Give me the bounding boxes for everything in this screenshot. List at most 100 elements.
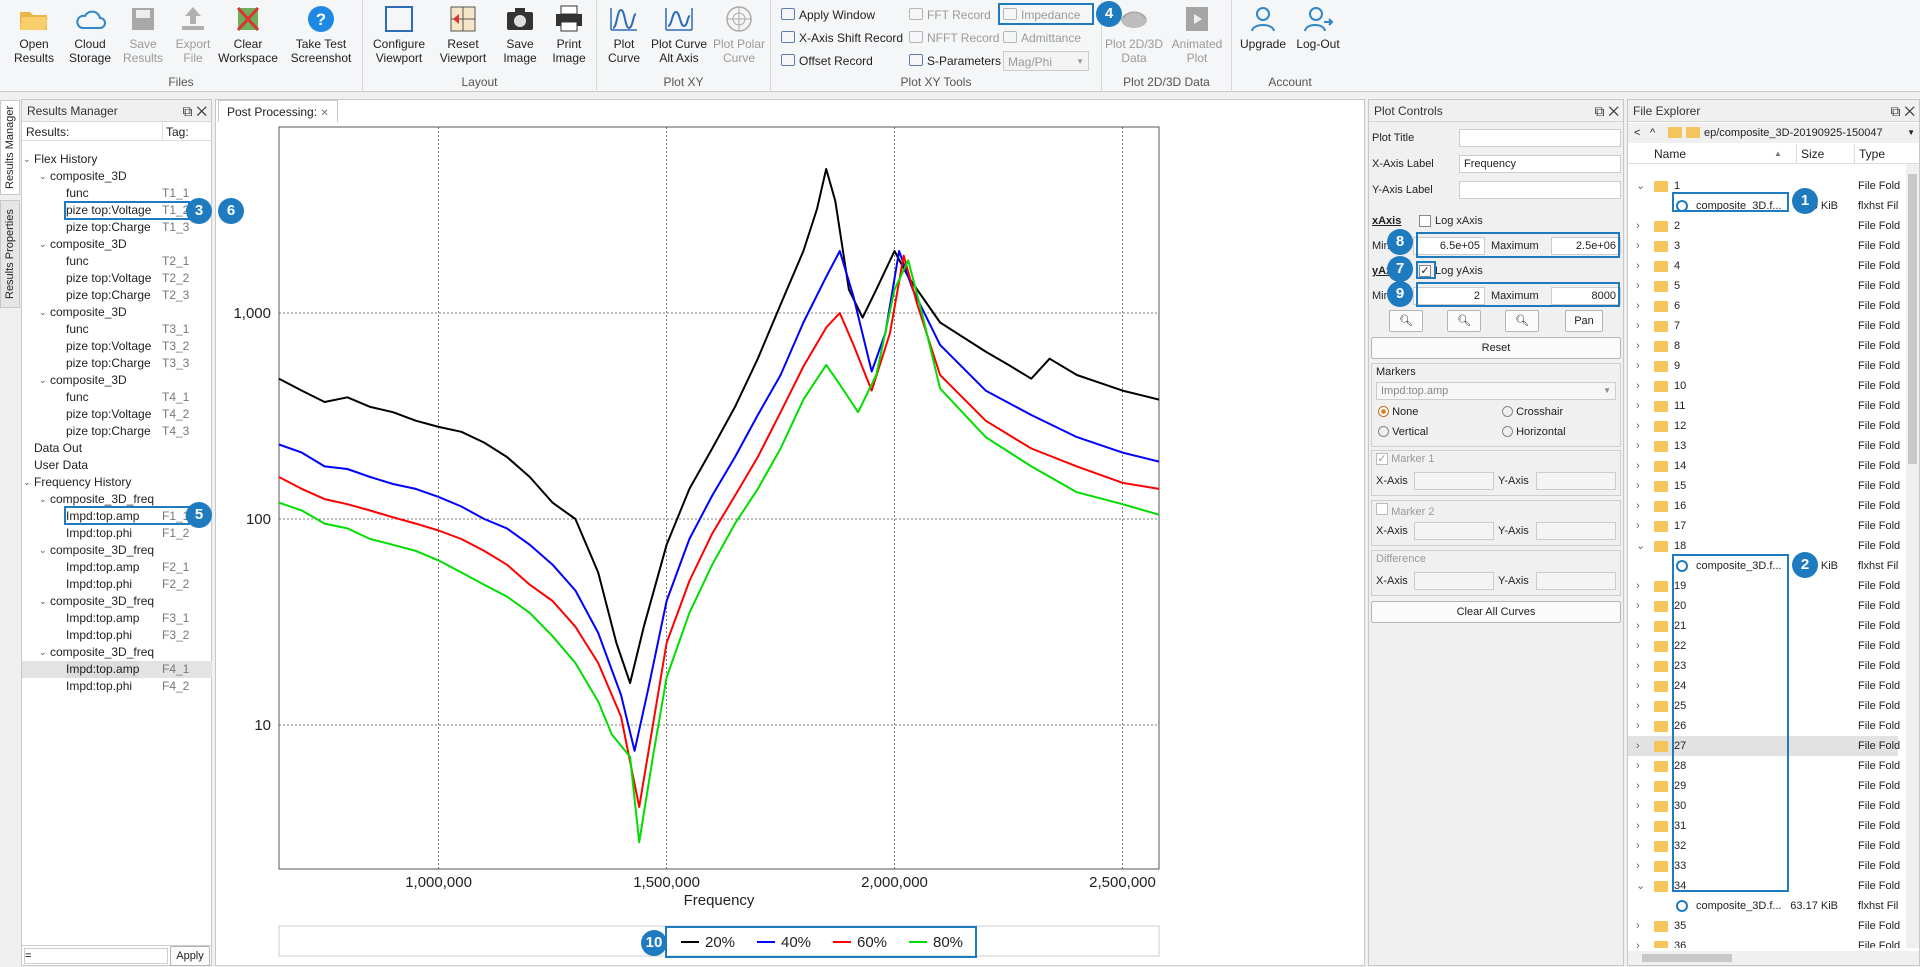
col-type[interactable]: Type	[1854, 144, 1885, 164]
restore-icon[interactable]: ⧉	[182, 103, 192, 119]
admittance-button[interactable]: Admittance	[1003, 28, 1081, 48]
tree-item-f3_2[interactable]: Impd:top.phi F3_2	[22, 627, 212, 644]
x-axis-label-input[interactable]: Frequency	[1459, 155, 1621, 173]
folder-row[interactable]: › 9 File Fold	[1628, 356, 1900, 376]
restore-icon[interactable]: ⧉	[1890, 103, 1900, 119]
chevron-right-icon[interactable]: ›	[1636, 736, 1640, 756]
chevron-down-icon[interactable]: ⌄	[1636, 876, 1645, 896]
chevron-right-icon[interactable]: ›	[1636, 916, 1640, 936]
restore-icon[interactable]: ⧉	[1594, 103, 1604, 119]
apply-window-button[interactable]: Apply Window	[781, 5, 875, 25]
chevron-down-icon[interactable]: ⌄	[1636, 176, 1645, 196]
folder-icon[interactable]	[1668, 127, 1682, 138]
marker-curve-select[interactable]: Impd:top.amp ▼	[1376, 382, 1616, 400]
chevron-down-icon[interactable]: ⌄	[39, 304, 47, 321]
pan-button[interactable]: Pan	[1565, 310, 1603, 332]
tree-item-f3_1[interactable]: Impd:top.amp F3_1	[22, 610, 212, 627]
tree-group[interactable]: ⌄ composite_3D	[22, 236, 212, 253]
chevron-right-icon[interactable]: ›	[1636, 236, 1640, 256]
chevron-right-icon[interactable]: ›	[1636, 276, 1640, 296]
chevron-down-icon[interactable]: ⌄	[39, 491, 47, 508]
folder-row[interactable]: › 35 File Fold	[1628, 916, 1900, 936]
chevron-right-icon[interactable]: ›	[1636, 416, 1640, 436]
folder-row[interactable]: › 6 File Fold	[1628, 296, 1900, 316]
zoom-in-button[interactable]: 🔍︎	[1389, 310, 1423, 332]
folder-row[interactable]: › 7 File Fold	[1628, 316, 1900, 336]
chevron-right-icon[interactable]: ›	[1636, 716, 1640, 736]
log-x-axis-checkbox[interactable]	[1419, 215, 1431, 227]
fft-record-button[interactable]: FFT Record	[909, 5, 991, 25]
chevron-right-icon[interactable]: ›	[1636, 856, 1640, 876]
chevron-right-icon[interactable]: ›	[1636, 676, 1640, 696]
chevron-right-icon[interactable]: ›	[1636, 696, 1640, 716]
folder-row[interactable]: › 16 File Fold	[1628, 496, 1900, 516]
print-image-button[interactable]: Print Image	[545, 4, 593, 74]
offset-record-button[interactable]: Offset Record	[781, 51, 873, 71]
close-icon[interactable]: ✕	[1608, 103, 1619, 119]
radio-horizontal[interactable]: Horizontal	[1502, 426, 1566, 438]
chevron-right-icon[interactable]: ›	[1636, 296, 1640, 316]
chevron-down-icon[interactable]: ⌄	[39, 236, 47, 253]
folder-row[interactable]: › 12 File Fold	[1628, 416, 1900, 436]
chevron-down-icon[interactable]: ⌄	[23, 151, 31, 168]
tree-group[interactable]: ⌄ composite_3D_freq	[22, 644, 212, 661]
tree-group[interactable]: ⌄ Frequency History	[22, 474, 212, 491]
folder-row[interactable]: › 36 File Fold	[1628, 936, 1900, 948]
animated-plot-button[interactable]: Animated Plot	[1166, 4, 1228, 74]
marker2-y-input[interactable]	[1536, 522, 1616, 540]
tree-group[interactable]: User Data	[22, 457, 212, 474]
chevron-right-icon[interactable]: ›	[1636, 436, 1640, 456]
filter-input[interactable]	[24, 948, 168, 964]
upgrade-button[interactable]: Upgrade	[1238, 4, 1288, 74]
folder-row[interactable]: › 10 File Fold	[1628, 376, 1900, 396]
marker1-y-input[interactable]	[1536, 472, 1616, 490]
reset-viewport-button[interactable]: Reset Viewport	[433, 4, 493, 74]
radio-none[interactable]: None	[1378, 406, 1418, 418]
file-row[interactable]: composite_3D.f... 63.17 KiB flxhst Fil	[1628, 896, 1898, 916]
vertical-scrollbar[interactable]	[1906, 164, 1919, 948]
tree-group[interactable]: Data Out	[22, 440, 212, 457]
plot-polar-curve-button[interactable]: Plot Polar Curve	[711, 4, 767, 74]
chevron-right-icon[interactable]: ›	[1636, 756, 1640, 776]
radio-crosshair[interactable]: Crosshair	[1502, 406, 1563, 418]
folder-row[interactable]: › 8 File Fold	[1628, 336, 1900, 356]
chevron-down-icon[interactable]: ⌄	[39, 593, 47, 610]
tree-group[interactable]: ⌄ Flex History	[22, 151, 212, 168]
tree-item-f2_1[interactable]: Impd:top.amp F2_1	[22, 559, 212, 576]
clear-workspace-button[interactable]: Clear Workspace	[218, 4, 278, 74]
tree-item-t3_3[interactable]: pize top:Charge T3_3	[22, 355, 212, 372]
h-scroll-thumb[interactable]	[1642, 954, 1732, 962]
col-size[interactable]: Size	[1796, 144, 1824, 164]
marker1-toggle[interactable]: ✓ Marker 1	[1376, 453, 1434, 465]
tab-results-manager[interactable]: Results Manager	[0, 100, 20, 195]
tab-results-properties[interactable]: Results Properties	[0, 200, 20, 308]
chevron-right-icon[interactable]: ›	[1636, 476, 1640, 496]
cloud-storage-button[interactable]: Cloud Storage	[64, 4, 116, 74]
tree-group[interactable]: ⌄ composite_3D	[22, 304, 212, 321]
tree-item-t3_1[interactable]: func T3_1	[22, 321, 212, 338]
tree-item-t4_1[interactable]: func T4_1	[22, 389, 212, 406]
chevron-right-icon[interactable]: ›	[1636, 396, 1640, 416]
chevron-right-icon[interactable]: ›	[1636, 516, 1640, 536]
clear-all-curves-button[interactable]: Clear All Curves	[1371, 601, 1621, 623]
logout-button[interactable]: Log-Out	[1292, 4, 1344, 74]
configure-viewport-button[interactable]: Configure Viewport	[367, 4, 431, 74]
apply-filter-button[interactable]: Apply	[170, 946, 210, 966]
tree-item-t1_1[interactable]: func T1_1	[22, 185, 212, 202]
tree-group[interactable]: ⌄ composite_3D	[22, 372, 212, 389]
save-results-button[interactable]: Save Results	[120, 4, 166, 74]
chevron-right-icon[interactable]: ›	[1636, 316, 1640, 336]
tree-item-f4_1[interactable]: Impd:top.amp F4_1	[22, 661, 212, 678]
folder-row[interactable]: › 17 File Fold	[1628, 516, 1900, 536]
folder-row[interactable]: › 2 File Fold	[1628, 216, 1900, 236]
chevron-right-icon[interactable]: ›	[1636, 456, 1640, 476]
scroll-thumb[interactable]	[1908, 174, 1917, 464]
chevron-right-icon[interactable]: ›	[1636, 356, 1640, 376]
tree-item-t2_3[interactable]: pize top:Charge T2_3	[22, 287, 212, 304]
tree-item-f4_2[interactable]: Impd:top.phi F4_2	[22, 678, 212, 695]
chevron-down-icon[interactable]: ⌄	[39, 372, 47, 389]
chevron-right-icon[interactable]: ›	[1636, 816, 1640, 836]
chevron-right-icon[interactable]: ›	[1636, 616, 1640, 636]
take-screenshot-button[interactable]: ? Take Test Screenshot	[286, 4, 356, 74]
chevron-right-icon[interactable]: ›	[1636, 496, 1640, 516]
